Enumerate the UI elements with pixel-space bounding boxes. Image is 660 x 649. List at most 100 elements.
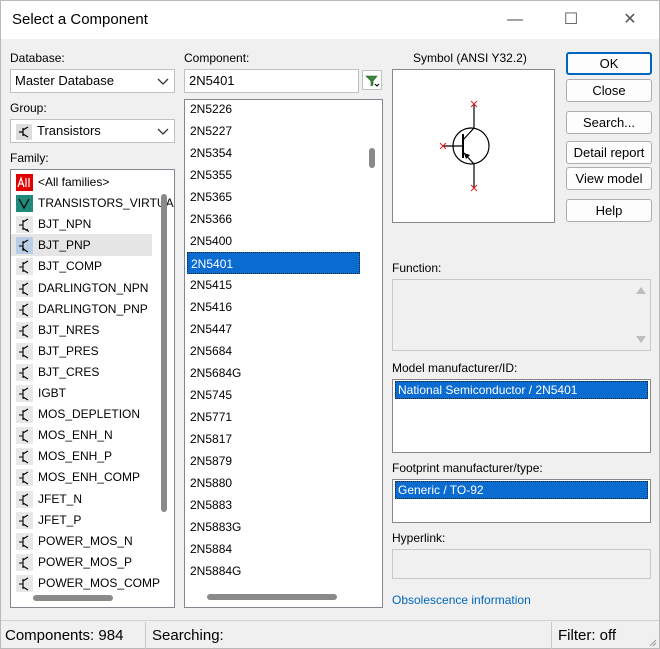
family-item[interactable]: BJT_PRES	[11, 340, 152, 362]
component-item[interactable]: 2N5400	[187, 230, 360, 252]
family-item[interactable]: BJT_COMP	[11, 255, 152, 277]
ok-button[interactable]: OK	[566, 52, 652, 75]
obsolescence-link[interactable]: Obsolescence information	[392, 593, 531, 607]
all-icon	[16, 174, 33, 191]
model-item[interactable]: National Semiconductor / 2N5401	[395, 381, 648, 399]
family-item[interactable]: BJT_CRES	[11, 361, 152, 383]
database-value: Master Database	[15, 73, 114, 88]
family-horizontal-scrollbar[interactable]	[33, 595, 113, 601]
filter-button[interactable]	[362, 70, 382, 90]
component-search-input[interactable]: 2N5401	[184, 69, 359, 93]
scroll-down-icon[interactable]	[636, 336, 646, 344]
component-item[interactable]: 2N5366	[187, 208, 360, 230]
family-item[interactable]: BJT_NRES	[11, 319, 152, 341]
bjt-pres-icon	[16, 342, 33, 360]
component-item[interactable]: 2N5745	[187, 384, 360, 406]
family-item[interactable]: IGBT	[11, 382, 152, 404]
component-item[interactable]: 2N5684G	[187, 362, 360, 384]
maximize-button[interactable]: ☐	[544, 1, 598, 39]
component-item[interactable]: 2N5684	[187, 340, 360, 362]
detail-report-button[interactable]: Detail report	[566, 141, 652, 164]
family-item[interactable]: POWER_MOS_COMP	[11, 572, 160, 594]
component-item[interactable]: 2N5880	[187, 472, 360, 494]
component-item[interactable]: 2N5883G	[187, 516, 360, 538]
group-dropdown[interactable]: Transistors	[10, 119, 175, 143]
virtual-transistor-icon	[16, 195, 33, 213]
view-model-button[interactable]: View model	[566, 167, 652, 190]
family-item[interactable]: MOS_ENH_P	[11, 445, 152, 467]
family-item-label: BJT_COMP	[38, 259, 103, 274]
model-list[interactable]: National Semiconductor / 2N5401	[392, 379, 651, 453]
component-vertical-scrollbar[interactable]	[369, 148, 375, 168]
footprint-list[interactable]: Generic / TO-92	[392, 479, 651, 523]
family-item[interactable]: BJT_NPN	[11, 213, 152, 235]
mos-enh-p-icon	[16, 448, 33, 466]
family-item-label: MOS_ENH_N	[38, 428, 113, 443]
component-item[interactable]: 2N5884G	[187, 560, 360, 582]
mos-enh-comp-icon	[16, 469, 33, 487]
bjt-cres-icon	[16, 363, 33, 381]
close-window-button[interactable]: ✕	[603, 1, 657, 39]
family-item[interactable]: DARLINGTON_PNP	[11, 298, 152, 320]
status-searching: Searching:	[152, 627, 224, 644]
pnp-icon	[16, 237, 33, 255]
search-button[interactable]: Search...	[566, 111, 652, 134]
family-item[interactable]: BJT_PNP	[11, 234, 152, 257]
jfet-p-icon	[16, 511, 33, 529]
component-item[interactable]: 2N5401	[187, 252, 360, 274]
family-item[interactable]: POWER_MOS_P	[11, 551, 152, 573]
model-label: Model manufacturer/ID:	[392, 361, 518, 375]
hyperlink-label: Hyperlink:	[392, 531, 446, 545]
status-filter: Filter: off	[558, 627, 617, 644]
power-mos-n-icon	[16, 532, 33, 550]
minimize-button[interactable]: —	[488, 1, 542, 39]
family-item[interactable]: TRANSISTORS_VIRTUAL	[11, 192, 174, 214]
resize-grip-icon[interactable]	[647, 637, 657, 647]
component-item[interactable]: 2N5879	[187, 450, 360, 472]
component-horizontal-scrollbar[interactable]	[207, 594, 337, 600]
family-item[interactable]: MOS_DEPLETION	[11, 403, 152, 425]
component-item[interactable]: 2N5771	[187, 406, 360, 428]
footprint-item[interactable]: Generic / TO-92	[395, 481, 648, 499]
component-label: Component:	[184, 51, 250, 65]
family-label: Family:	[10, 151, 49, 165]
jfet-n-icon	[16, 490, 33, 508]
family-item-label: BJT_CRES	[38, 364, 100, 379]
family-vertical-scrollbar[interactable]	[161, 194, 167, 512]
family-item[interactable]: MOS_ENH_N	[11, 424, 152, 446]
component-item[interactable]: 2N5227	[187, 120, 360, 142]
family-item-label: JFET_P	[38, 512, 82, 527]
component-item[interactable]: 2N5883	[187, 494, 360, 516]
chevron-down-icon	[157, 78, 169, 85]
family-item[interactable]: <All families>	[11, 171, 152, 193]
component-item[interactable]: 2N5354	[187, 142, 360, 164]
component-list[interactable]: 2N5226 2N5227 2N5354 2N5355 2N5365 2N5366 2N54…	[184, 99, 383, 608]
group-value: Transistors	[37, 123, 101, 138]
family-list[interactable]: <All families> TRANSISTORS_VIRTUAL BJT_NPN…	[10, 169, 175, 608]
symbol-preview	[392, 69, 555, 223]
component-item[interactable]: 2N5365	[187, 186, 360, 208]
igbt-icon	[16, 385, 33, 402]
family-item[interactable]: JFET_P	[11, 509, 152, 531]
family-item-label: <All families>	[38, 175, 110, 189]
close-button[interactable]: Close	[566, 79, 652, 102]
help-button[interactable]: Help	[566, 199, 652, 222]
family-item-label: BJT_NRES	[38, 322, 100, 337]
family-item[interactable]: MOS_ENH_COMP	[11, 466, 152, 488]
bjt-nres-icon	[16, 321, 33, 339]
component-item[interactable]: 2N5416	[187, 296, 360, 318]
component-item[interactable]: 2N5447	[187, 318, 360, 340]
component-item[interactable]: 2N5226	[187, 100, 360, 120]
family-item[interactable]: JFET_N	[11, 488, 152, 510]
component-item[interactable]: 2N5355	[187, 164, 360, 186]
component-item[interactable]: 2N5884	[187, 538, 360, 560]
component-item[interactable]: 2N5817	[187, 428, 360, 450]
hyperlink-box	[392, 549, 651, 579]
family-item[interactable]: DARLINGTON_NPN	[11, 277, 152, 299]
family-item[interactable]: POWER_MOS_N	[11, 530, 152, 552]
power-mos-p-icon	[16, 553, 33, 571]
scroll-up-icon[interactable]	[636, 286, 646, 294]
component-item[interactable]: 2N5415	[187, 274, 360, 296]
status-components: Components: 984	[5, 627, 124, 644]
database-dropdown[interactable]: Master Database	[10, 69, 175, 93]
